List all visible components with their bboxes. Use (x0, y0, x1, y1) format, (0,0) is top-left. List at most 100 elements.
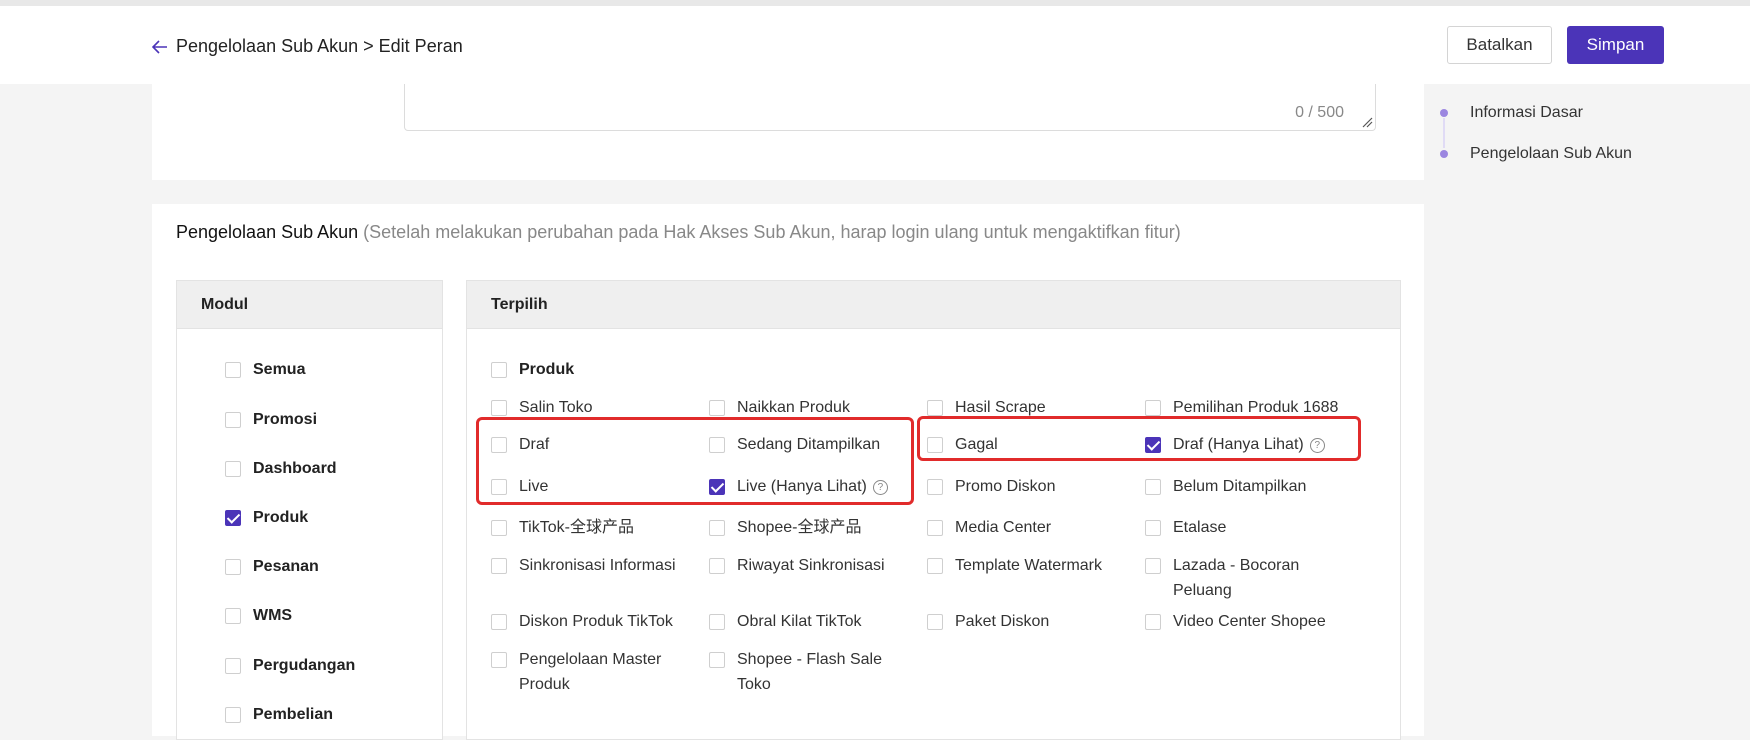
option-label: Pengelolaan Master Produk (519, 647, 661, 697)
option-text: Shopee-全球产品 (737, 519, 862, 536)
checkbox-lazada-bocoran[interactable] (1145, 558, 1161, 574)
option-label: Draf (Hanya Lihat)? (1173, 432, 1325, 457)
option-text-line2: Toko (737, 676, 771, 693)
checkbox-draf[interactable] (491, 437, 507, 453)
description-card: 0 / 500 (152, 82, 1424, 180)
option-text: Lazada - Bocoran (1173, 557, 1300, 574)
checkbox-modul-dashboard[interactable] (225, 461, 241, 477)
option-text: Template Watermark (955, 557, 1102, 574)
option-label: Sinkronisasi Informasi (519, 553, 676, 578)
option-label: Draf (519, 432, 549, 457)
option-label: Lazada - Bocoran Peluang (1173, 553, 1299, 603)
step-dot (1440, 109, 1448, 117)
checkbox-riwayat-sinkronisasi[interactable] (709, 558, 725, 574)
modul-label: Pembelian (253, 706, 334, 723)
modul-label: Semua (253, 361, 306, 378)
checkbox-template-watermark[interactable] (927, 558, 943, 574)
checkbox-etalase[interactable] (1145, 520, 1161, 536)
terpilih-panel: Terpilih Produk Salin Toko Naikkan Produk… (466, 280, 1401, 740)
cancel-button[interactable]: Batalkan (1447, 26, 1552, 64)
step-connector (1443, 118, 1445, 148)
option-text: Belum Ditampilkan (1173, 478, 1307, 495)
checkbox-pemilihan-produk-1688[interactable] (1145, 400, 1161, 416)
modul-label: Pesanan (253, 558, 319, 575)
modul-label: Produk (253, 509, 309, 526)
checkbox-live[interactable] (491, 479, 507, 495)
checkbox-naikkan-produk[interactable] (709, 400, 725, 416)
checkbox-modul-semua[interactable] (225, 362, 241, 378)
option-label: Video Center Shopee (1173, 609, 1326, 634)
checkbox-modul-produk[interactable] (225, 510, 241, 526)
checkbox-pengelolaan-master[interactable] (491, 652, 507, 668)
checkbox-live-hanya-lihat[interactable] (709, 479, 725, 495)
option-text: Media Center (955, 519, 1052, 536)
option-text: Pengelolaan Master (519, 651, 662, 668)
checkbox-obral-kilat-tiktok[interactable] (709, 614, 725, 630)
checkbox-produk-group[interactable] (491, 362, 507, 378)
checkbox-modul-pesanan[interactable] (225, 559, 241, 575)
checkbox-modul-pergudangan[interactable] (225, 658, 241, 674)
option-label: Etalase (1173, 515, 1226, 540)
option-text: Draf (Hanya Lihat) (1173, 436, 1304, 453)
checkbox-shopee-flash-sale[interactable] (709, 652, 725, 668)
checkbox-paket-diskon[interactable] (927, 614, 943, 630)
checkbox-sinkronisasi-informasi[interactable] (491, 558, 507, 574)
option-text: Live (519, 478, 549, 495)
option-text: Gagal (955, 436, 998, 453)
option-label: Promo Diskon (955, 474, 1055, 499)
checkbox-hasil-scrape[interactable] (927, 400, 943, 416)
option-label: Media Center (955, 515, 1051, 540)
option-text: Pemilihan Produk 1688 (1173, 399, 1339, 416)
checkbox-gagal[interactable] (927, 437, 943, 453)
checkbox-salin-toko[interactable] (491, 400, 507, 416)
step-informasi-dasar[interactable]: Informasi Dasar (1440, 104, 1583, 122)
option-label: Sedang Ditampilkan (737, 432, 880, 457)
option-label: Live (Hanya Lihat)? (737, 474, 888, 499)
description-textarea[interactable]: 0 / 500 (404, 82, 1376, 131)
option-label: Live (519, 474, 548, 499)
checkbox-video-center-shopee[interactable] (1145, 614, 1161, 630)
option-label: Pemilihan Produk 1688 (1173, 395, 1338, 420)
option-text: Naikkan Produk (737, 399, 850, 416)
option-label: Diskon Produk TikTok (519, 609, 673, 634)
option-label: Shopee-全球产品 (737, 515, 862, 540)
modul-label: Promosi (253, 411, 318, 428)
checkbox-modul-promosi[interactable] (225, 412, 241, 428)
resize-handle-icon[interactable] (1361, 116, 1373, 128)
modul-panel: Modul Semua Promosi Dashboard Produk Pesanan… (176, 280, 443, 740)
option-label: Obral Kilat TikTok (737, 609, 861, 634)
option-label: Salin Toko (519, 395, 593, 420)
option-label: Gagal (955, 432, 998, 457)
option-text: Hasil Scrape (955, 399, 1046, 416)
checkbox-modul-pembelian[interactable] (225, 707, 241, 723)
arrow-left-icon (152, 39, 167, 54)
option-label: Template Watermark (955, 553, 1102, 578)
checkbox-promo-diskon[interactable] (927, 479, 943, 495)
checkbox-diskon-produk-tiktok[interactable] (491, 614, 507, 630)
option-text: Sinkronisasi Informasi (519, 557, 676, 574)
step-pengelolaan-sub-akun[interactable]: Pengelolaan Sub Akun (1440, 145, 1632, 163)
option-text-line2: Produk (519, 676, 570, 693)
step-dot (1440, 150, 1448, 158)
checkbox-tiktok[interactable] (491, 520, 507, 536)
checkbox-belum-ditampilkan[interactable] (1145, 479, 1161, 495)
option-text: Draf (519, 436, 550, 453)
checkbox-draf-hanya-lihat[interactable] (1145, 437, 1161, 453)
modul-label: WMS (253, 607, 293, 624)
option-label: Naikkan Produk (737, 395, 850, 420)
option-text: Video Center Shopee (1173, 613, 1326, 630)
help-icon[interactable]: ? (1309, 438, 1325, 453)
step-label: Pengelolaan Sub Akun (1470, 145, 1632, 162)
checkbox-modul-wms[interactable] (225, 608, 241, 624)
checkbox-sedang-ditampilkan[interactable] (709, 437, 725, 453)
group-label-produk: Produk (519, 361, 575, 378)
checkbox-shopee[interactable] (709, 520, 725, 536)
checkbox-media-center[interactable] (927, 520, 943, 536)
section-title-main: Pengelolaan Sub Akun (176, 222, 359, 242)
option-label: Riwayat Sinkronisasi (737, 553, 885, 578)
char-counter: 0 / 500 (1295, 104, 1344, 121)
help-icon[interactable]: ? (872, 480, 888, 495)
modul-label: Dashboard (253, 460, 337, 477)
back-link[interactable]: Pengelolaan Sub Akun > Edit Peran (152, 36, 463, 57)
save-button[interactable]: Simpan (1567, 26, 1664, 64)
